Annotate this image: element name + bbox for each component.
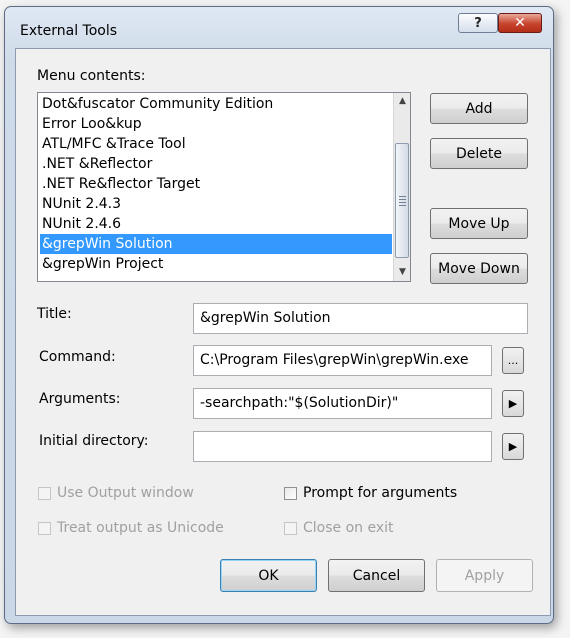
list-item[interactable]: .NET &Reflector xyxy=(40,154,392,174)
treat-output-unicode-checkbox[interactable] xyxy=(38,522,51,535)
list-item[interactable]: NUnit 2.4.6 xyxy=(40,214,392,234)
command-label: Command: xyxy=(39,349,116,365)
list-item-selected[interactable]: &grepWin Solution xyxy=(40,234,392,254)
arguments-field[interactable]: -searchpath:"$(SolutionDir)" xyxy=(193,388,492,419)
list-item[interactable]: NUnit 2.4.3 xyxy=(40,194,392,214)
scroll-up-icon[interactable]: ▲ xyxy=(394,93,410,110)
title-label: Title: xyxy=(37,306,72,322)
initial-directory-field[interactable] xyxy=(193,431,492,462)
list-item[interactable]: Error Loo&kup xyxy=(40,114,392,134)
use-output-window-label: Use Output window xyxy=(57,485,194,501)
initial-directory-label: Initial directory: xyxy=(39,433,149,449)
move-down-button[interactable]: Move Down xyxy=(430,253,528,284)
arrow-right-icon: ▶ xyxy=(508,440,518,453)
help-button[interactable]: ? xyxy=(458,13,498,33)
list-scrollbar[interactable]: ▲ ▼ xyxy=(393,93,410,281)
list-item[interactable]: &grepWin Project xyxy=(40,254,392,274)
scroll-down-icon[interactable]: ▼ xyxy=(394,264,410,281)
close-icon: ✕ xyxy=(514,15,526,31)
treat-output-unicode-label: Treat output as Unicode xyxy=(57,520,224,536)
arguments-label: Arguments: xyxy=(39,391,121,407)
prompt-for-arguments-checkbox[interactable] xyxy=(284,487,297,500)
cancel-button[interactable]: Cancel xyxy=(328,559,425,592)
scrollbar-thumb[interactable] xyxy=(395,143,409,258)
menu-contents-list[interactable]: Dot&fuscator Community Edition Error Loo… xyxy=(37,92,411,282)
close-on-exit-label: Close on exit xyxy=(303,520,394,536)
list-item[interactable]: Dot&fuscator Community Edition xyxy=(40,94,392,114)
arrow-right-icon: ▶ xyxy=(508,397,518,410)
title-field[interactable]: &grepWin Solution xyxy=(193,303,528,334)
prompt-for-arguments-label: Prompt for arguments xyxy=(303,485,458,501)
delete-button[interactable]: Delete xyxy=(430,138,528,169)
add-button[interactable]: Add xyxy=(430,93,528,124)
ok-button[interactable]: OK xyxy=(220,559,317,592)
window-title: External Tools xyxy=(20,23,118,39)
initial-directory-menu-button[interactable]: ▶ xyxy=(502,433,524,460)
close-on-exit-checkbox[interactable] xyxy=(284,522,297,535)
arguments-menu-button[interactable]: ▶ xyxy=(502,390,524,417)
command-field[interactable]: C:\Program Files\grepWin\grepWin.exe xyxy=(193,345,492,376)
list-item[interactable]: ATL/MFC &Trace Tool xyxy=(40,134,392,154)
list-item[interactable]: .NET Re&flector Target xyxy=(40,174,392,194)
help-icon: ? xyxy=(474,15,482,31)
close-button[interactable]: ✕ xyxy=(498,13,542,33)
use-output-window-checkbox[interactable] xyxy=(38,487,51,500)
browse-command-button[interactable]: ... xyxy=(502,347,524,374)
menu-contents-label: Menu contents: xyxy=(37,68,146,84)
move-up-button[interactable]: Move Up xyxy=(430,208,528,239)
apply-button[interactable]: Apply xyxy=(436,559,533,592)
